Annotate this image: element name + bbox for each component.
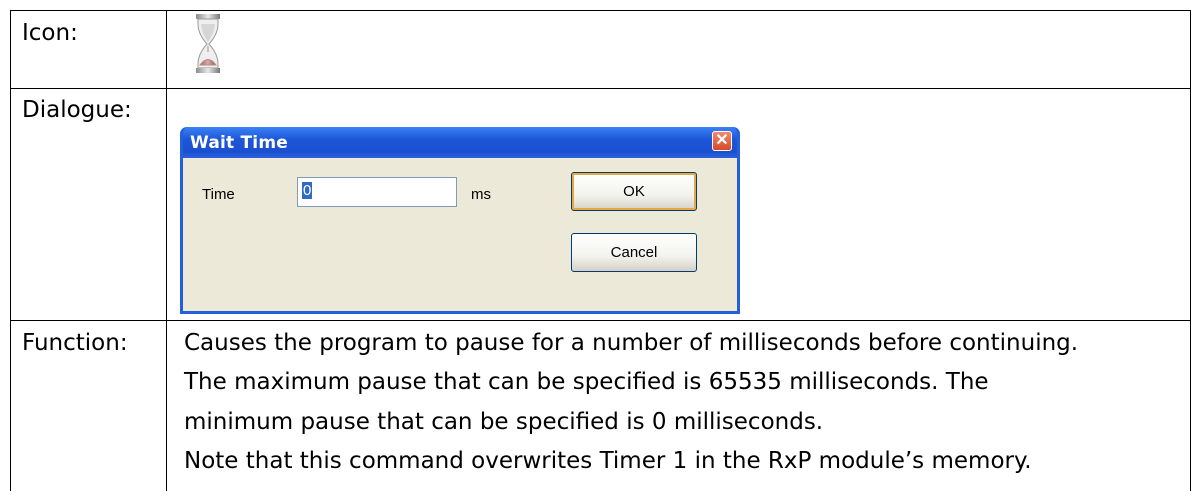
function-text-line: The maximum pause that can be specified … xyxy=(184,369,989,395)
cancel-button[interactable]: Cancel xyxy=(571,233,697,272)
unit-label: ms xyxy=(471,186,491,203)
time-value: 0 xyxy=(302,182,313,199)
row-divider xyxy=(10,88,1191,89)
function-text-line: minimum pause that can be specified is 0… xyxy=(184,409,824,435)
column-divider xyxy=(166,10,167,491)
function-text-line: Note that this command overwrites Timer … xyxy=(184,448,1032,474)
wait-time-dialog: Wait Time ✕ Time 0 ms OK Cancel xyxy=(180,127,740,314)
command-reference-table: Icon: Dialogue: Function: Wait Time ✕ Ti… xyxy=(0,0,1191,491)
function-text-line: Causes the program to pause for a number… xyxy=(184,330,1079,356)
ok-button[interactable]: OK xyxy=(571,172,697,211)
close-button[interactable]: ✕ xyxy=(712,131,732,151)
time-input[interactable]: 0 xyxy=(297,177,457,207)
table-left-border xyxy=(10,10,11,491)
dialogue-row-label: Dialogue: xyxy=(22,97,132,123)
dialog-body: Time 0 ms OK Cancel xyxy=(183,158,737,311)
close-icon: ✕ xyxy=(715,132,729,149)
function-row-label: Function: xyxy=(22,330,128,356)
table-top-border xyxy=(10,10,1191,11)
icon-row-label: Icon: xyxy=(22,20,78,46)
dialog-titlebar[interactable]: Wait Time ✕ xyxy=(183,127,737,158)
hourglass-icon xyxy=(196,14,220,73)
row-divider xyxy=(10,320,1191,321)
dialog-title: Wait Time xyxy=(190,133,288,153)
time-label: Time xyxy=(202,186,235,203)
